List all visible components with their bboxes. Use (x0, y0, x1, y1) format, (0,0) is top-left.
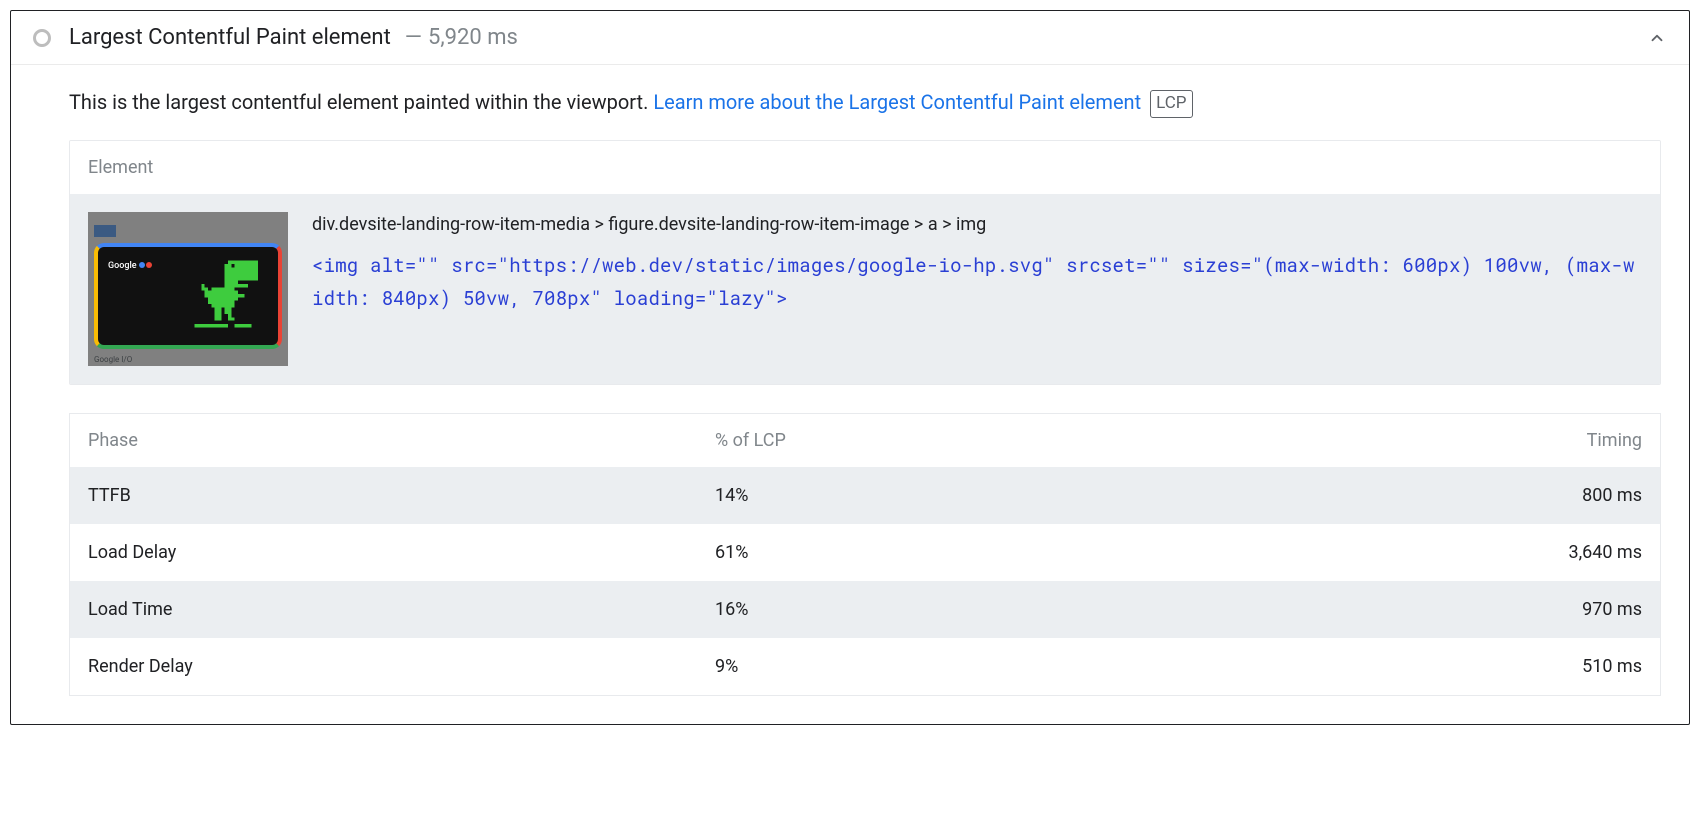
audit-title: Largest Contentful Paint element (69, 25, 391, 50)
cell-timing: 3,640 ms (1172, 524, 1661, 581)
cell-percent: 9% (697, 638, 1172, 696)
thumb-logo: Google (108, 261, 152, 271)
audit-header[interactable]: Largest Contentful Paint element — 5,920… (11, 11, 1689, 65)
learn-more-link[interactable]: Learn more about the Largest Contentful … (653, 90, 1141, 114)
cell-timing: 800 ms (1172, 467, 1661, 524)
element-text: div.devsite-landing-row-item-media > fig… (312, 212, 1642, 316)
cell-percent: 14% (697, 467, 1172, 524)
element-row: Google (70, 194, 1660, 384)
table-row: TTFB 14% 800 ms (70, 467, 1661, 524)
element-thumbnail: Google (88, 212, 288, 366)
cell-timing: 970 ms (1172, 581, 1661, 638)
element-selector: div.devsite-landing-row-item-media > fig… (312, 212, 1642, 237)
thumb-frame: Google (94, 243, 282, 349)
cell-percent: 16% (697, 581, 1172, 638)
lcp-audit-panel: Largest Contentful Paint element — 5,920… (10, 10, 1690, 725)
cell-percent: 61% (697, 524, 1172, 581)
lcp-badge: LCP (1150, 90, 1192, 118)
table-header-row: Phase % of LCP Timing (70, 413, 1661, 467)
status-circle-icon (33, 29, 51, 47)
col-timing: Timing (1172, 413, 1661, 467)
cell-phase: Render Delay (70, 638, 697, 696)
table-row: Load Time 16% 970 ms (70, 581, 1661, 638)
audit-time: 5,920 ms (428, 25, 518, 50)
thumb-caption: Google I/O (94, 353, 282, 366)
chevron-up-icon[interactable] (1647, 28, 1667, 48)
element-card-header: Element (70, 141, 1660, 194)
cell-phase: Load Delay (70, 524, 697, 581)
col-phase: Phase (70, 413, 697, 467)
phase-table: Phase % of LCP Timing TTFB 14% 800 ms Lo… (69, 413, 1661, 696)
description-text: This is the largest contentful element p… (69, 90, 653, 114)
element-card: Element Google (69, 140, 1661, 385)
table-row: Load Delay 61% 3,640 ms (70, 524, 1661, 581)
dino-icon (188, 254, 268, 338)
audit-separator: — (405, 25, 422, 50)
thumb-top-button (94, 225, 116, 237)
cell-phase: Load Time (70, 581, 697, 638)
table-row: Render Delay 9% 510 ms (70, 638, 1661, 696)
element-html-source: <img alt="" src="https://web.dev/static/… (312, 249, 1642, 316)
audit-body: This is the largest contentful element p… (11, 65, 1689, 724)
audit-description: This is the largest contentful element p… (69, 87, 1661, 118)
cell-timing: 510 ms (1172, 638, 1661, 696)
col-percent: % of LCP (697, 413, 1172, 467)
cell-phase: TTFB (70, 467, 697, 524)
